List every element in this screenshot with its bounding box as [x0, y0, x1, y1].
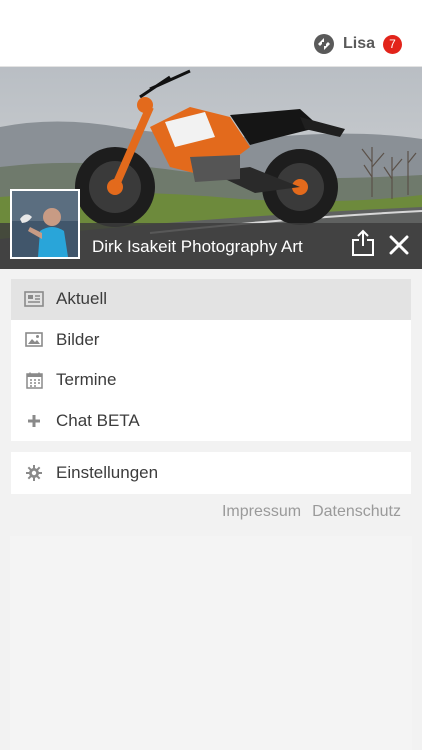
menu-item-bilder[interactable]: Bilder: [11, 320, 411, 361]
page-title: Dirk Isakeit Photography Art: [92, 237, 303, 256]
menu-label-aktuell: Aktuell: [56, 289, 108, 309]
plus-icon: [24, 411, 44, 431]
calendar-icon: [24, 370, 44, 390]
menu-label-bilder: Bilder: [56, 329, 100, 349]
menu-item-chat-beta[interactable]: Chat BETA: [11, 401, 411, 442]
user-name: Lisa: [342, 35, 375, 52]
newspaper-icon: [24, 289, 44, 309]
user-logo-icon: [313, 34, 334, 54]
notification-badge[interactable]: 7: [383, 34, 402, 54]
share-icon[interactable]: [350, 229, 376, 257]
menu-label-termine: Termine: [56, 370, 117, 390]
content-area: [10, 536, 412, 750]
image-icon: [24, 330, 44, 350]
datenschutz-link[interactable]: Datenschutz: [312, 503, 401, 521]
menu-item-aktuell[interactable]: Aktuell: [11, 279, 411, 320]
gear-icon: [24, 463, 44, 483]
impressum-link[interactable]: Impressum: [222, 503, 301, 521]
user-menu[interactable]: Lisa 7: [313, 33, 402, 55]
main-menu: Aktuell Bilder Termine Chat BETA: [11, 279, 411, 441]
settings-card: Einstellungen: [11, 452, 411, 494]
menu-label-einstellungen: Einstellungen: [56, 463, 159, 482]
top-bar: Lisa 7: [0, 0, 422, 67]
hero-header: Dirk Isakeit Photography Art: [0, 67, 422, 269]
menu-label-chat-beta: Chat BETA: [56, 410, 140, 430]
menu-item-termine[interactable]: Termine: [11, 360, 411, 401]
profile-photo-icon: [12, 191, 78, 257]
menu-item-einstellungen[interactable]: Einstellungen: [11, 452, 411, 494]
footer-links: Impressum Datenschutz: [211, 503, 401, 521]
profile-picture[interactable]: [10, 189, 80, 259]
close-icon[interactable]: [387, 233, 411, 257]
